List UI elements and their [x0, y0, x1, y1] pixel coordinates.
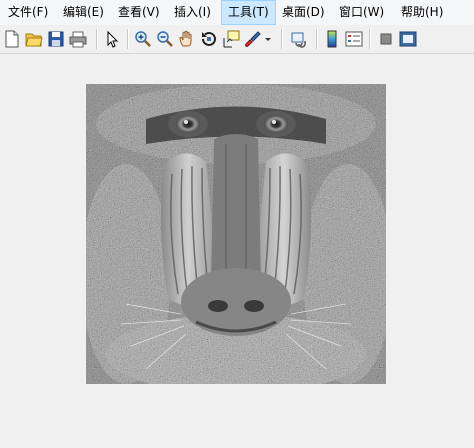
edit-plot-icon[interactable]	[102, 28, 122, 50]
figure-toolbar	[0, 25, 474, 54]
toolbar-separator	[369, 29, 371, 49]
legend-icon[interactable]	[344, 28, 364, 50]
colorbar-icon[interactable]	[322, 28, 342, 50]
print-figure-icon[interactable]	[68, 28, 88, 50]
brush-icon[interactable]	[243, 28, 263, 50]
brush-dropdown-icon[interactable]	[263, 28, 273, 50]
menu-tools[interactable]: 工具(T)	[221, 0, 276, 25]
toolbar-separator	[316, 29, 318, 49]
menu-edit[interactable]: 编辑(E)	[57, 0, 110, 25]
figure-canvas	[0, 54, 474, 448]
new-figure-icon[interactable]	[2, 28, 22, 50]
mandrill-image	[86, 84, 386, 384]
open-file-icon[interactable]	[24, 28, 44, 50]
pan-icon[interactable]	[177, 28, 197, 50]
toolbar-separator	[96, 29, 98, 49]
data-cursor-icon[interactable]	[221, 28, 241, 50]
hide-plot-tools-icon[interactable]	[376, 28, 396, 50]
menu-file[interactable]: 文件(F)	[2, 0, 54, 25]
toolbar-separator	[127, 29, 129, 49]
link-plot-icon[interactable]	[289, 28, 309, 50]
menu-desktop[interactable]: 桌面(D)	[276, 0, 331, 25]
zoom-out-icon[interactable]	[155, 28, 175, 50]
menu-bar: 文件(F) 编辑(E) 查看(V) 插入(I) 工具(T) 桌面(D) 窗口(W…	[0, 0, 474, 25]
menu-window[interactable]: 窗口(W)	[333, 0, 390, 25]
toolbar-separator	[281, 29, 283, 49]
menu-view[interactable]: 查看(V)	[112, 0, 166, 25]
menu-insert[interactable]: 插入(I)	[168, 0, 217, 25]
show-plot-tools-icon[interactable]	[398, 28, 418, 50]
menu-help[interactable]: 帮助(H)	[395, 0, 449, 25]
zoom-in-icon[interactable]	[133, 28, 153, 50]
save-figure-icon[interactable]	[46, 28, 66, 50]
rotate-3d-icon[interactable]	[199, 28, 219, 50]
